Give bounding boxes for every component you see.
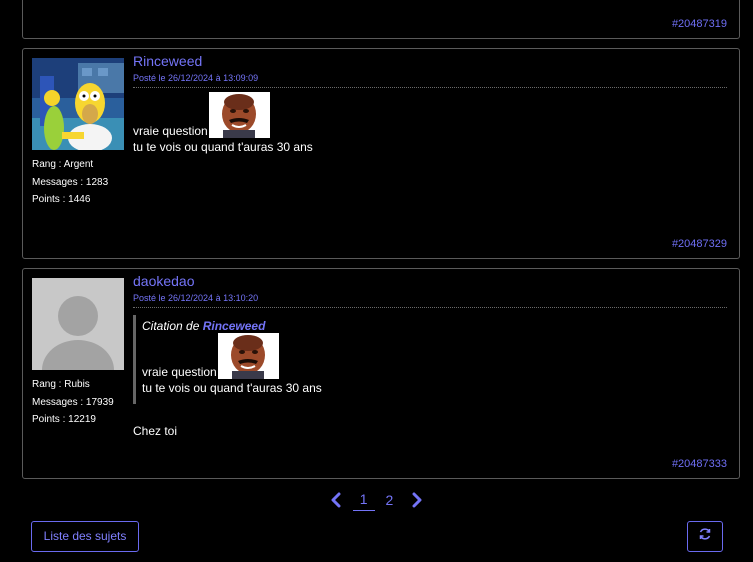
refresh-icon bbox=[698, 527, 712, 546]
user-stats: Rang : Argent Messages : 1283 Points : 1… bbox=[32, 156, 108, 209]
post-message: vraie question tu te vois ou quand t'aur… bbox=[133, 92, 727, 157]
quote-prefix: Citation de bbox=[142, 319, 200, 333]
post-permalink[interactable]: #20487319 bbox=[672, 18, 727, 30]
post-date: Posté le 26/12/2024 à 13:09:09 bbox=[133, 73, 727, 88]
post-item: Rang : Argent Messages : 1283 Points : 1… bbox=[22, 48, 740, 259]
message-line: tu te vois ou quand t'auras 30 ans bbox=[142, 381, 322, 395]
post-permalink[interactable]: #20487329 bbox=[672, 238, 727, 250]
page-link[interactable]: 2 bbox=[378, 489, 400, 511]
refresh-button[interactable] bbox=[687, 521, 723, 552]
page-link-current[interactable]: 1 bbox=[352, 488, 375, 511]
quote-header: Citation de Rinceweed bbox=[142, 319, 727, 333]
user-stats: Rang : Rubis Messages : 17939 Points : 1… bbox=[32, 376, 114, 429]
post-date: Posté le 26/12/2024 à 13:10:20 bbox=[133, 293, 727, 308]
user-rank: Rang : Argent bbox=[32, 159, 94, 170]
post-message: Chez toi bbox=[133, 424, 178, 438]
message-line: tu te vois ou quand t'auras 30 ans bbox=[133, 140, 313, 154]
post-author[interactable]: Rinceweed bbox=[133, 53, 727, 70]
topic-list-button[interactable]: Liste des sujets bbox=[31, 521, 139, 552]
chevron-left-icon[interactable] bbox=[329, 492, 343, 508]
avatar[interactable] bbox=[32, 58, 124, 150]
sticker-image bbox=[208, 92, 270, 138]
pagination: 1 2 bbox=[0, 488, 753, 512]
user-rank: Rang : Rubis bbox=[32, 379, 90, 390]
message-line: vraie question bbox=[142, 365, 217, 379]
user-points: Points : 12219 bbox=[32, 414, 96, 425]
quote-message: vraie question tu te vois ou quand t'aur… bbox=[142, 333, 727, 398]
post-content: daokedao Posté le 26/12/2024 à 13:10:20 … bbox=[133, 273, 727, 441]
quote-block: Citation de Rinceweed vraie question tu … bbox=[133, 315, 727, 404]
user-messages: Messages : 1283 bbox=[32, 176, 109, 188]
avatar[interactable] bbox=[32, 278, 124, 370]
post-partial: #20487319 bbox=[22, 0, 740, 39]
forum-page: #20487319 Rang: Argent Messages: 1283 … bbox=[0, 0, 753, 562]
post-author[interactable]: daokedao bbox=[133, 273, 727, 290]
post-content: Rinceweed Posté le 26/12/2024 à 13:09:09… bbox=[133, 53, 727, 157]
sticker-image bbox=[217, 333, 279, 379]
quote-author[interactable]: Rinceweed bbox=[203, 319, 266, 333]
post-permalink[interactable]: #20487333 bbox=[672, 458, 727, 470]
post-item: Rang : Rubis Messages : 17939 Points : 1… bbox=[22, 268, 740, 479]
user-messages: Messages : 17939 bbox=[32, 396, 114, 408]
message-line: vraie question bbox=[133, 124, 208, 138]
user-points: Points : 1446 bbox=[32, 194, 91, 205]
chevron-right-icon[interactable] bbox=[410, 492, 424, 508]
